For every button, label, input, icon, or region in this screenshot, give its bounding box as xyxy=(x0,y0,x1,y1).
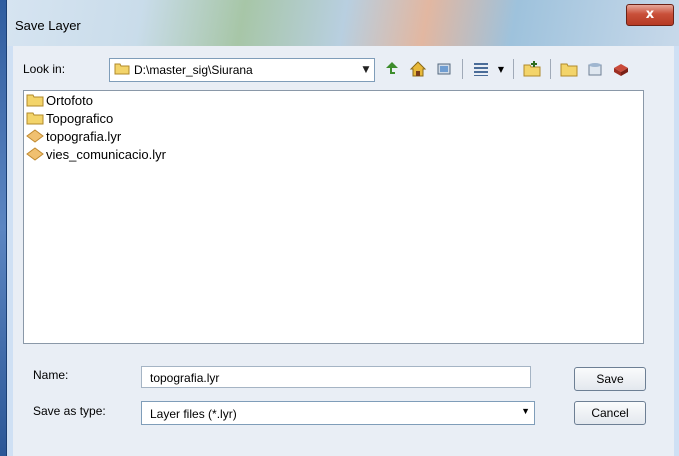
close-button[interactable]: x xyxy=(626,4,674,26)
cancel-button[interactable]: Cancel xyxy=(574,401,646,425)
save-as-type-value: Layer files (*.lyr) xyxy=(150,407,237,421)
chevron-down-icon[interactable]: ▼ xyxy=(521,406,530,416)
layer-file-icon xyxy=(26,128,46,144)
home-icon[interactable] xyxy=(407,58,429,80)
file-list[interactable]: Ortofoto Topografico topografia.lyr vies… xyxy=(23,90,644,344)
layer-file-icon xyxy=(26,146,46,162)
toolbar-separator xyxy=(550,59,551,79)
catalog-icon[interactable] xyxy=(610,58,632,80)
new-folder-icon[interactable] xyxy=(521,58,543,80)
list-item[interactable]: Topografico xyxy=(24,109,643,127)
save-button[interactable]: Save xyxy=(574,367,646,391)
file-name: topografia.lyr xyxy=(46,128,122,144)
dialog-footer xyxy=(13,442,674,456)
save-as-type-dropdown[interactable]: Layer files (*.lyr) ▼ xyxy=(141,401,535,425)
dialog-title: Save Layer xyxy=(15,18,81,33)
file-name: vies_comunicacio.lyr xyxy=(46,146,166,162)
toolbar-separator xyxy=(462,59,463,79)
look-in-path: D:\master_sig\Siurana xyxy=(134,63,253,77)
folder-icon[interactable] xyxy=(558,58,580,80)
close-icon: x xyxy=(645,7,655,22)
save-as-type-label: Save as type: xyxy=(33,404,106,418)
file-name: Topografico xyxy=(46,110,114,126)
list-item[interactable]: topografia.lyr xyxy=(24,127,643,145)
toolbar-separator xyxy=(513,59,514,79)
folder-icon xyxy=(114,62,130,78)
look-in-label: Look in: xyxy=(23,62,66,76)
up-one-level-icon[interactable] xyxy=(381,58,403,80)
folder-icon xyxy=(26,92,46,108)
view-menu-dropdown-icon[interactable]: ▼ xyxy=(496,65,506,74)
name-input[interactable]: topografia.lyr xyxy=(141,366,531,388)
file-name: Ortofoto xyxy=(46,92,93,108)
title-bar[interactable]: Save Layer x xyxy=(7,0,679,46)
save-layer-dialog: Save Layer x Look in: D:\master_sig\Siur… xyxy=(6,0,679,456)
navigation-toolbar: ▼ xyxy=(381,56,632,82)
view-menu-icon[interactable] xyxy=(470,58,492,80)
look-in-dropdown[interactable]: D:\master_sig\Siurana ▼ xyxy=(109,58,375,82)
toolbox-icon[interactable] xyxy=(584,58,606,80)
dialog-body: Look in: D:\master_sig\Siurana ▼ ▼ Ortof… xyxy=(13,46,674,456)
folder-icon xyxy=(26,110,46,126)
chevron-down-icon[interactable]: ▼ xyxy=(358,59,374,81)
name-label: Name: xyxy=(33,368,69,382)
list-item[interactable]: Ortofoto xyxy=(24,91,643,109)
database-connect-icon[interactable] xyxy=(433,58,455,80)
list-item[interactable]: vies_comunicacio.lyr xyxy=(24,145,643,163)
